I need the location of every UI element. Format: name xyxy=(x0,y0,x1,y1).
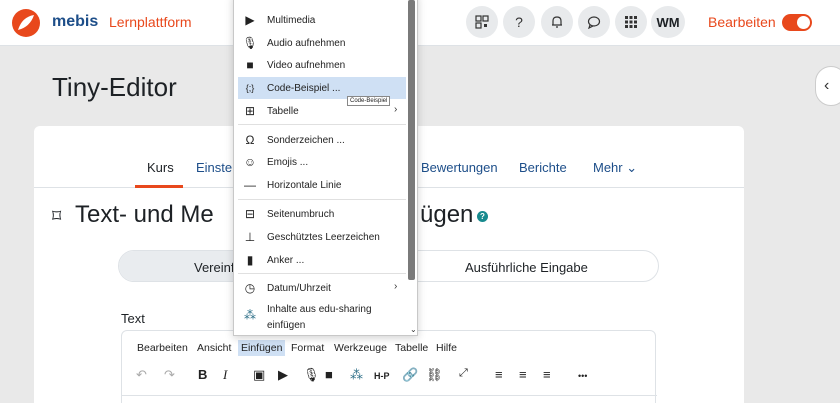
tab-mehr[interactable]: Mehr ⌄ xyxy=(593,160,637,176)
menu-item-video[interactable]: ■ Video aufnehmen xyxy=(238,54,406,76)
bell-icon[interactable] xyxy=(541,6,573,38)
tab-berichte[interactable]: Berichte xyxy=(519,160,567,175)
mode-detailed[interactable]: Ausführliche Eingabe xyxy=(465,260,588,275)
menu-ansicht[interactable]: Ansicht xyxy=(197,342,231,354)
bookmark-icon: ▮ xyxy=(246,253,254,267)
emoji-icon: ☺ xyxy=(243,155,257,169)
menu-item-audio[interactable]: 🎙 Audio aufnehmen xyxy=(238,32,406,54)
menu-scrollbar[interactable] xyxy=(408,0,415,280)
section-heading-right: ügen xyxy=(420,201,474,228)
menu-item-edu-sharing[interactable]: ⁂ Inhalte aus edu-sharing einfügen xyxy=(238,300,406,335)
help-icon-small[interactable]: ? xyxy=(477,211,488,222)
section-heading-left: Text- und Me xyxy=(75,201,214,228)
qr-code-icon[interactable] xyxy=(466,6,498,38)
tooltip-code: Code-Beispiel xyxy=(347,96,391,106)
align-right-icon[interactable]: ≡ xyxy=(543,367,551,382)
edu-sharing-icon[interactable]: ⁂ xyxy=(350,367,363,383)
menu-item-datetime[interactable]: ◷ Datum/Uhrzeit xyxy=(238,277,406,299)
chat-icon[interactable] xyxy=(578,6,610,38)
bold-icon[interactable]: B xyxy=(198,367,207,382)
activity-icon: ⌑ xyxy=(52,206,62,226)
help-icon[interactable]: ? xyxy=(503,6,535,38)
microphone-icon: 🎙 xyxy=(242,36,258,50)
italic-icon[interactable]: I xyxy=(223,367,227,383)
chevron-right-icon: › xyxy=(394,281,398,292)
menu-werkzeuge[interactable]: Werkzeuge xyxy=(334,342,387,354)
redo-icon[interactable]: ↷ xyxy=(164,367,175,383)
microphone-icon[interactable]: 🎙 xyxy=(303,367,320,383)
page-title: Tiny-Editor xyxy=(52,72,177,102)
code-icon: {;} xyxy=(245,83,255,93)
top-navbar: mebis Lernplattform ? WM Bearbeiten xyxy=(0,0,840,46)
tab-kurs[interactable]: Kurs xyxy=(147,160,174,175)
nbsp-icon: ⊥ xyxy=(244,230,256,244)
menu-item-sonderzeichen[interactable]: Ω Sonderzeichen ... xyxy=(238,129,406,151)
menu-item-pagebreak[interactable]: ⊟ Seitenumbruch xyxy=(238,203,406,225)
h5p-icon[interactable]: H-P xyxy=(374,371,390,381)
drawer-toggle-button[interactable]: ‹ xyxy=(815,66,840,106)
edu-sharing-icon: ⁂ xyxy=(244,308,256,322)
menu-item-anker[interactable]: ▮ Anker ... xyxy=(238,249,406,271)
clock-icon: ◷ xyxy=(244,281,256,295)
camera-icon[interactable]: ■ xyxy=(325,367,333,382)
pagebreak-icon: ⊟ xyxy=(244,207,256,221)
tiny-editor: Bearbeiten Ansicht Einfügen Format Werkz… xyxy=(121,330,657,403)
editor-divider xyxy=(122,395,657,396)
editor-toolbar: ↶ ↷ B I ▣ ▶ 🎙 ■ ⁂ H-P 🔗 ⛓ ⤢ ≡ ≡ ≡ ••• xyxy=(122,363,657,391)
menu-item-hr[interactable]: — Horizontale Linie xyxy=(238,174,406,196)
link-icon[interactable]: 🔗 xyxy=(402,367,418,383)
more-icon[interactable]: ••• xyxy=(578,371,587,381)
hr-icon: — xyxy=(244,178,256,192)
menu-hilfe[interactable]: Hilfe xyxy=(436,342,457,354)
tab-einstellungen[interactable]: Einstel xyxy=(196,160,235,175)
apps-icon[interactable] xyxy=(615,6,647,38)
unlink-icon[interactable]: ⛓ xyxy=(426,367,443,383)
chevron-left-icon: ‹ xyxy=(824,77,830,94)
menu-tabelle[interactable]: Tabelle xyxy=(395,342,428,354)
user-avatar[interactable]: WM xyxy=(651,6,685,38)
image-icon[interactable]: ▣ xyxy=(253,367,265,383)
edit-mode-toggle[interactable] xyxy=(782,14,812,31)
text-field-label: Text xyxy=(121,311,145,326)
platform-name[interactable]: Lernplattform xyxy=(109,14,191,30)
media-icon: ▶ xyxy=(245,13,255,27)
align-center-icon[interactable]: ≡ xyxy=(519,367,527,382)
table-icon: ⊞ xyxy=(244,104,256,118)
align-left-icon[interactable]: ≡ xyxy=(495,367,503,382)
mebis-logo[interactable] xyxy=(12,9,40,37)
menu-separator xyxy=(238,124,406,125)
menu-format[interactable]: Format xyxy=(291,342,324,354)
menu-separator xyxy=(238,199,406,200)
mode-simple[interactable]: Vereinf xyxy=(194,260,234,275)
media-icon[interactable]: ▶ xyxy=(278,367,288,383)
undo-icon[interactable]: ↶ xyxy=(136,367,147,383)
edit-mode-label: Bearbeiten xyxy=(708,14,776,30)
chevron-right-icon: › xyxy=(394,104,398,115)
menu-separator xyxy=(238,273,406,274)
menu-einfuegen[interactable]: Einfügen xyxy=(238,340,286,356)
brand-name[interactable]: mebis xyxy=(52,13,98,31)
menu-item-multimedia[interactable]: ▶ Multimedia xyxy=(238,9,406,31)
fullscreen-icon[interactable]: ⤢ xyxy=(459,367,468,380)
tab-bewertungen[interactable]: Bewertungen xyxy=(421,160,498,175)
active-tab-indicator xyxy=(135,185,183,188)
scroll-down-icon[interactable]: ⌄ xyxy=(410,325,417,334)
menu-item-emojis[interactable]: ☺ Emojis ... xyxy=(238,151,406,173)
menu-bearbeiten[interactable]: Bearbeiten xyxy=(137,342,188,354)
insert-menu-dropdown: ▶ Multimedia 🎙 Audio aufnehmen ■ Video aufn… xyxy=(233,0,418,336)
camera-icon: ■ xyxy=(246,58,254,72)
menu-item-nbsp[interactable]: ⊥ Geschütztes Leerzeichen xyxy=(238,226,406,248)
omega-icon: Ω xyxy=(245,133,255,147)
